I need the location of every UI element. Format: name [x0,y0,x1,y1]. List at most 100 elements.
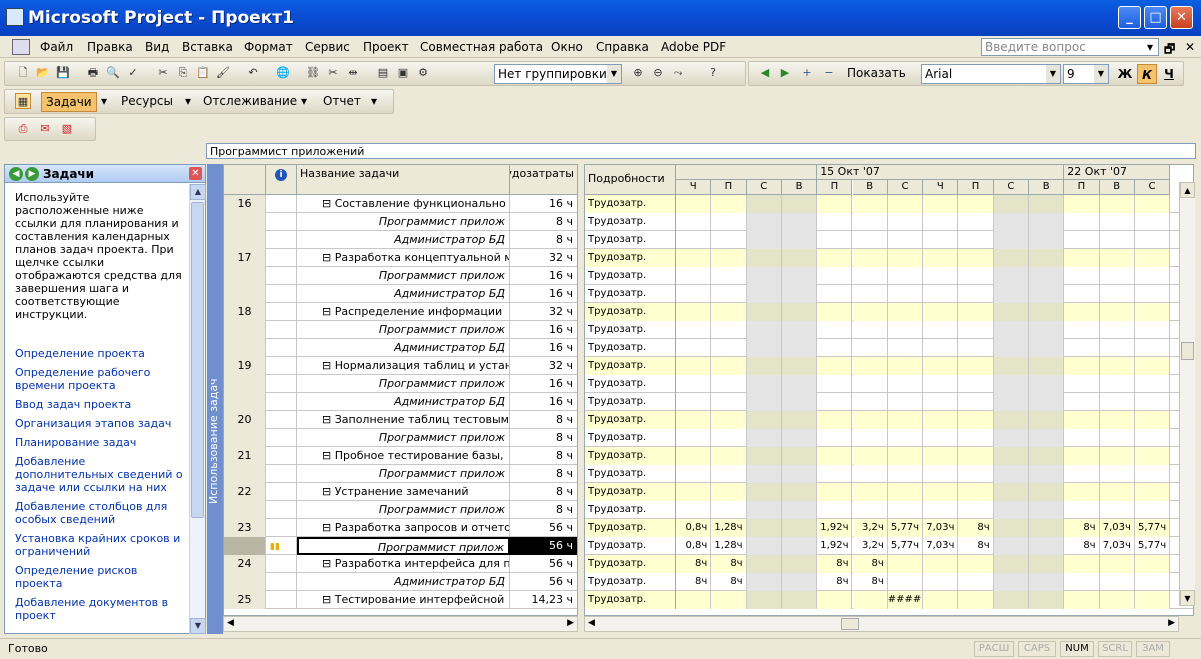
forward-icon[interactable]: ▶ [25,167,39,181]
link-schedule-tasks[interactable]: Планирование задач [15,436,185,449]
work-value-cell[interactable] [746,411,782,429]
work-cell[interactable]: 56 ч [510,573,577,591]
menu-format[interactable]: Формат [244,40,293,54]
work-value-cell[interactable] [887,357,924,375]
task-row[interactable]: 22 ⊟ Устранение замечаний 8 ч [224,483,577,501]
work-cell[interactable]: 16 ч [510,393,577,411]
task-name-cell[interactable]: ⊟ Разработка запросов и отчето [297,519,510,537]
pdf-mail-icon[interactable]: ✉ [37,121,53,137]
work-value-cell[interactable] [746,321,782,339]
work-value-cell[interactable] [852,357,888,375]
work-value-cell[interactable] [958,501,994,519]
work-cell[interactable]: 14,23 ч [510,591,577,609]
work-value-cell[interactable]: 8ч [958,519,994,537]
work-value-cell[interactable] [1064,249,1100,267]
work-value-cell[interactable] [781,411,818,429]
row-id[interactable]: 19 [224,357,266,375]
row-id[interactable]: 16 [224,195,266,213]
row-id[interactable] [224,537,266,555]
minimize-button[interactable]: _ [1118,6,1141,29]
work-value-cell[interactable] [1134,591,1171,609]
work-value-cell[interactable] [887,555,924,573]
preview-icon[interactable]: 🔍 [105,65,121,81]
work-value-cell[interactable]: 8ч [1064,519,1100,537]
work-value-cell[interactable] [817,213,853,231]
row-id[interactable] [224,393,266,411]
work-value-cell[interactable]: 0,8ч [676,519,712,537]
notes-icon[interactable]: ▣ [395,65,411,81]
work-value-cell[interactable] [1099,447,1135,465]
task-name-cell[interactable]: Программист прилож [297,537,510,555]
font-size-select[interactable]: 9 ▼ [1063,64,1109,84]
work-cell[interactable]: 8 ч [510,231,577,249]
work-value-cell[interactable] [888,573,924,591]
work-value-cell[interactable]: 8ч [853,573,888,591]
work-value-cell[interactable] [993,303,1029,321]
work-value-cell[interactable] [676,231,712,249]
work-value-cell[interactable] [958,303,994,321]
work-value-cell[interactable] [958,321,994,339]
grid-horizontal-scrollbar[interactable]: ◀ ▶ [223,616,578,632]
work-value-cell[interactable] [887,411,924,429]
cut-icon[interactable]: ✂ [155,65,171,81]
work-value-cell[interactable] [1099,555,1135,573]
work-value-cell[interactable]: 8ч [852,555,888,573]
work-value-cell[interactable] [1029,321,1065,339]
work-value-cell[interactable] [1029,267,1065,285]
work-value-cell[interactable] [711,339,747,357]
work-value-cell[interactable] [746,195,782,213]
work-cell[interactable]: 16 ч [510,339,577,357]
link-define-project[interactable]: Определение проекта [15,347,185,360]
work-value-cell[interactable] [958,357,994,375]
work-value-cell[interactable] [746,375,782,393]
task-name-cell[interactable]: ⊟ Разработка интерфейса для п [297,555,510,573]
work-value-cell[interactable] [1029,195,1065,213]
menu-window[interactable]: Окно [551,40,583,54]
row-id[interactable] [224,429,266,447]
work-value-cell[interactable] [817,447,853,465]
link-working-time[interactable]: Определение рабочего времени проекта [15,366,185,392]
work-value-cell[interactable] [1100,501,1135,519]
work-value-cell[interactable]: 5,77ч [887,519,924,537]
work-value-cell[interactable] [853,267,888,285]
work-value-cell[interactable] [817,501,853,519]
work-value-cell[interactable] [1064,393,1100,411]
work-value-cell[interactable] [1064,573,1100,591]
work-value-cell[interactable] [923,339,959,357]
guide-resources-dropdown-icon[interactable]: ▾ [185,94,191,108]
work-value-cell[interactable] [958,267,994,285]
task-name-cell[interactable]: Программист прилож [297,375,510,393]
work-value-cell[interactable] [993,267,1029,285]
work-value-cell[interactable] [746,429,782,447]
work-value-cell[interactable] [1135,267,1171,285]
work-value-cell[interactable] [711,393,747,411]
work-value-cell[interactable] [711,447,747,465]
font-select[interactable]: Arial ▼ [921,64,1061,84]
work-value-cell[interactable] [1135,285,1171,303]
work-value-cell[interactable]: 8ч [711,555,747,573]
bold-button[interactable]: Ж [1115,64,1135,84]
italic-button[interactable]: К [1137,64,1157,84]
work-value-cell[interactable] [676,195,712,213]
work-value-cell[interactable] [817,249,853,267]
work-value-cell[interactable]: 0,8ч [676,537,712,555]
task-row[interactable]: 18 ⊟ Распределение информации 32 ч [224,303,577,321]
collapse-icon[interactable]: ⊟ [300,557,335,570]
hyperlink-icon[interactable]: 🌐 [275,65,291,81]
maximize-button[interactable]: □ [1144,6,1167,29]
work-value-cell[interactable] [888,339,924,357]
work-value-cell[interactable] [1100,573,1135,591]
work-value-cell[interactable] [1135,231,1171,249]
row-id[interactable] [224,573,266,591]
assignment-row[interactable]: Администратор БД 16 ч [224,393,577,411]
work-value-cell[interactable] [781,213,818,231]
work-value-cell[interactable] [676,303,712,321]
work-value-cell[interactable] [1100,213,1135,231]
work-value-cell[interactable] [993,573,1029,591]
work-value-cell[interactable] [1064,447,1100,465]
work-value-cell[interactable] [817,411,853,429]
work-value-cell[interactable] [923,249,959,267]
work-value-cell[interactable] [1064,357,1100,375]
work-value-cell[interactable] [711,321,747,339]
work-value-cell[interactable] [817,285,853,303]
